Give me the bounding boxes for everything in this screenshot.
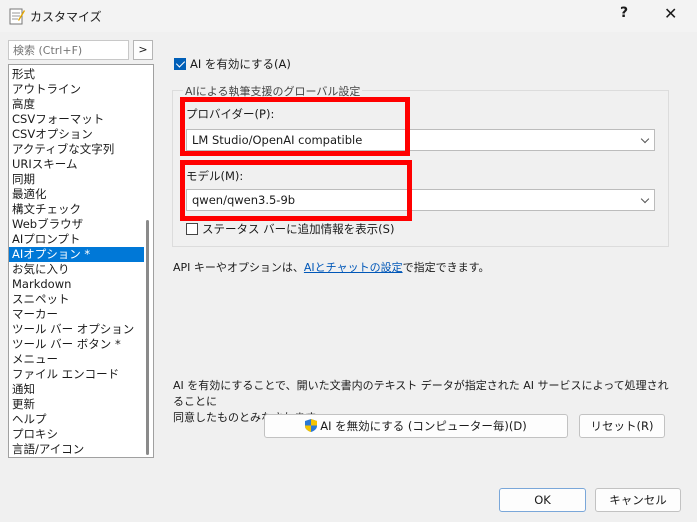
enable-ai-checkbox[interactable]: AI を有効にする(A) [174,56,291,72]
disable-ai-button-label: AI を無効にする (コンピューター毎)(D) [320,419,527,433]
sidebar-item[interactable]: プロキシ [9,427,144,442]
close-button[interactable]: ✕ [664,4,677,23]
sidebar-item[interactable]: AIプロンプト [9,232,144,247]
help-button[interactable]: ? [620,5,628,21]
scrollbar-thumb[interactable] [146,220,149,455]
sidebar-item[interactable]: CSVフォーマット [9,112,144,127]
status-bar-info-checkbox[interactable]: ステータス バーに追加情報を表示(S) [186,221,394,237]
ok-button[interactable]: OK [499,488,586,512]
sidebar-item[interactable]: 形式 [9,67,144,82]
settings-category-list[interactable]: 形式 アウトライン 高度 CSVフォーマット CSVオプション アクティブな文字列 URIス… [8,64,154,458]
sidebar-item[interactable]: AIオプション * [9,247,144,262]
search-button[interactable]: > [133,40,153,60]
chevron-down-icon [640,134,650,144]
notepad-icon [9,8,25,25]
sidebar-item[interactable]: ツール バー ボタン * [9,337,144,352]
chevron-down-icon [640,194,650,204]
title-bar: カスタマイズ ? ✕ [0,0,697,32]
search-input[interactable] [8,40,129,60]
api-note-text-end: で指定できます。 [402,261,490,274]
sidebar-item[interactable]: マーカー [9,307,144,322]
sidebar-item[interactable]: アクティブな文字列 [9,142,144,157]
sidebar-item[interactable]: 高度 [9,97,144,112]
checkbox-unchecked-icon[interactable] [186,223,198,235]
sidebar-item[interactable]: 言語/アイコン [9,442,144,457]
sidebar-item[interactable]: 構文チェック [9,202,144,217]
highlight-box-provider [180,97,410,156]
sidebar-item[interactable]: 最適化 [9,187,144,202]
sidebar-item[interactable]: ヘルプ [9,412,144,427]
api-note: API キーやオプションは、AIとチャットの設定で指定できます。 [173,259,489,275]
cancel-button[interactable]: キャンセル [595,488,681,512]
sidebar-item[interactable]: メニュー [9,352,144,367]
sidebar-item[interactable]: スニペット [9,292,144,307]
disable-ai-button[interactable]: AI を無効にする (コンピューター毎)(D) [264,414,568,438]
sidebar-item[interactable]: CSVオプション [9,127,144,142]
enable-ai-label: AI を有効にする(A) [190,57,291,71]
sidebar-item[interactable]: アウトライン [9,82,144,97]
sidebar-item[interactable]: 同期 [9,172,144,187]
sidebar-item[interactable]: ファイル エンコード [9,367,144,382]
window-title: カスタマイズ [30,10,102,24]
checkbox-checked-icon[interactable] [174,58,186,70]
sidebar-item[interactable]: ツール バー オプション [9,322,144,337]
api-note-text: API キーやオプションは、 [173,261,304,274]
sidebar-item[interactable]: 通知 [9,382,144,397]
reset-button[interactable]: リセット(R) [579,414,665,438]
status-bar-info-label: ステータス バーに追加情報を表示(S) [202,222,395,236]
sidebar-item[interactable]: Markdown [9,277,144,292]
sidebar-item[interactable]: お気に入り [9,262,144,277]
highlight-box-model [180,160,412,221]
sidebar-item[interactable]: Webブラウザ [9,217,144,232]
ai-chat-settings-link[interactable]: AIとチャットの設定 [304,261,403,274]
sidebar-item[interactable]: URIスキーム [9,157,144,172]
disclaimer-line-1: AI を有効にすることで、開いた文書内のテキスト データが指定された AI サー… [173,379,669,408]
shield-icon [305,419,318,432]
sidebar-item[interactable]: 更新 [9,397,144,412]
